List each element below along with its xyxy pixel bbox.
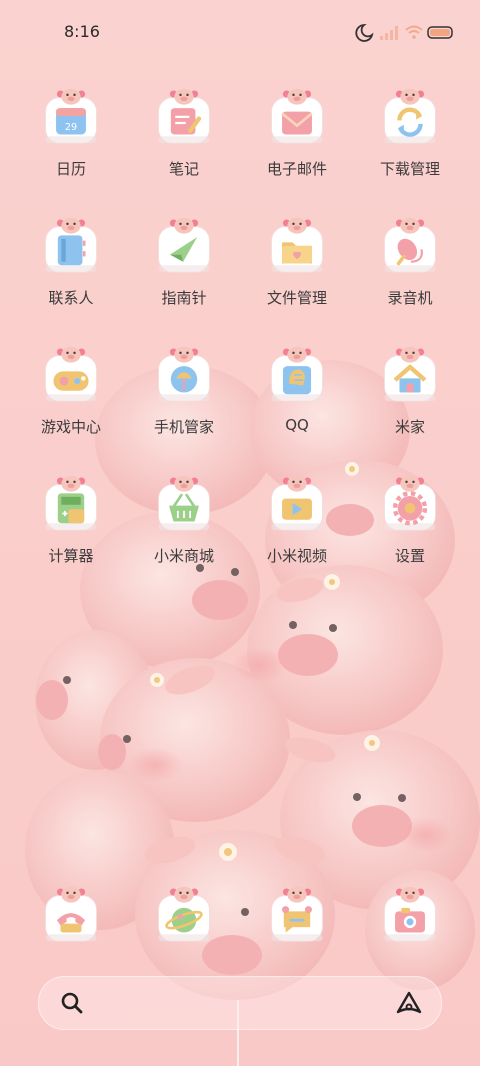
calendar-icon: 29 bbox=[42, 86, 100, 146]
browser-icon bbox=[155, 884, 213, 944]
app-label: 计算器 bbox=[48, 547, 94, 565]
app-label: 手机管家 bbox=[153, 418, 214, 436]
mi-video-icon bbox=[268, 473, 326, 533]
messages-icon bbox=[268, 884, 326, 944]
status-bar: 8:16 bbox=[0, 0, 480, 62]
voice-assistant-icon[interactable] bbox=[395, 991, 423, 1015]
app-label: 文件管理 bbox=[266, 289, 327, 307]
qq-icon bbox=[268, 344, 326, 404]
battery-icon bbox=[427, 26, 453, 39]
app-label: 小米商城 bbox=[153, 547, 214, 565]
app-phone-manager[interactable]: 手机管家 bbox=[134, 340, 234, 450]
app-label: 指南针 bbox=[161, 289, 207, 307]
app-label: 游戏中心 bbox=[40, 418, 101, 436]
app-qq[interactable]: QQ bbox=[247, 340, 347, 450]
search-icon bbox=[61, 992, 83, 1014]
phone-icon bbox=[42, 884, 100, 944]
app-calculator[interactable]: 计算器 bbox=[21, 469, 121, 579]
app-label: 录音机 bbox=[387, 289, 433, 307]
svg-text:29: 29 bbox=[65, 122, 77, 133]
file-manager-icon bbox=[268, 215, 326, 275]
compass-icon bbox=[155, 215, 213, 275]
email-icon bbox=[268, 86, 326, 146]
contacts-icon bbox=[42, 215, 100, 275]
camera-icon bbox=[381, 884, 439, 944]
app-label: 日历 bbox=[55, 160, 86, 178]
app-compass[interactable]: 指南针 bbox=[134, 211, 234, 321]
moon-icon bbox=[355, 24, 374, 42]
dock-app-phone[interactable] bbox=[21, 880, 121, 990]
app-calendar[interactable]: 29 日历 bbox=[21, 82, 121, 192]
app-recorder[interactable]: 录音机 bbox=[360, 211, 460, 321]
calculator-icon bbox=[42, 473, 100, 533]
app-mi-home[interactable]: 米家 bbox=[360, 340, 460, 450]
signal-icon bbox=[380, 26, 398, 40]
app-email[interactable]: 电子邮件 bbox=[247, 82, 347, 192]
recorder-icon bbox=[381, 215, 439, 275]
mi-home-icon bbox=[381, 344, 439, 404]
app-notes[interactable]: 笔记 bbox=[134, 82, 234, 192]
status-icons bbox=[355, 24, 453, 42]
app-settings[interactable]: 设置 bbox=[360, 469, 460, 579]
mi-store-icon bbox=[155, 473, 213, 533]
downloads-icon bbox=[381, 86, 439, 146]
game-center-icon bbox=[42, 344, 100, 404]
dock-app-messages[interactable] bbox=[247, 880, 347, 990]
app-mi-video[interactable]: 小米视频 bbox=[247, 469, 347, 579]
wifi-icon bbox=[405, 25, 423, 39]
app-label: 下载管理 bbox=[379, 160, 440, 178]
app-label: 设置 bbox=[394, 547, 425, 565]
app-label: 笔记 bbox=[168, 160, 199, 178]
app-label: 小米视频 bbox=[266, 547, 327, 565]
app-game-center[interactable]: 游戏中心 bbox=[21, 340, 121, 450]
app-downloads[interactable]: 下载管理 bbox=[360, 82, 460, 192]
notes-icon bbox=[155, 86, 213, 146]
app-contacts[interactable]: 联系人 bbox=[21, 211, 121, 321]
dock-app-camera[interactable] bbox=[360, 880, 460, 990]
app-label: 电子邮件 bbox=[266, 160, 327, 178]
dock-app-browser[interactable] bbox=[134, 880, 234, 990]
app-label: 联系人 bbox=[48, 289, 94, 307]
app-label: 米家 bbox=[394, 418, 425, 436]
search-bar[interactable] bbox=[38, 976, 442, 1030]
app-file-manager[interactable]: 文件管理 bbox=[247, 211, 347, 321]
app-label: QQ bbox=[285, 416, 309, 434]
app-mi-store[interactable]: 小米商城 bbox=[134, 469, 234, 579]
status-time: 8:16 bbox=[64, 22, 100, 41]
phone-manager-icon bbox=[155, 344, 213, 404]
settings-icon bbox=[381, 473, 439, 533]
